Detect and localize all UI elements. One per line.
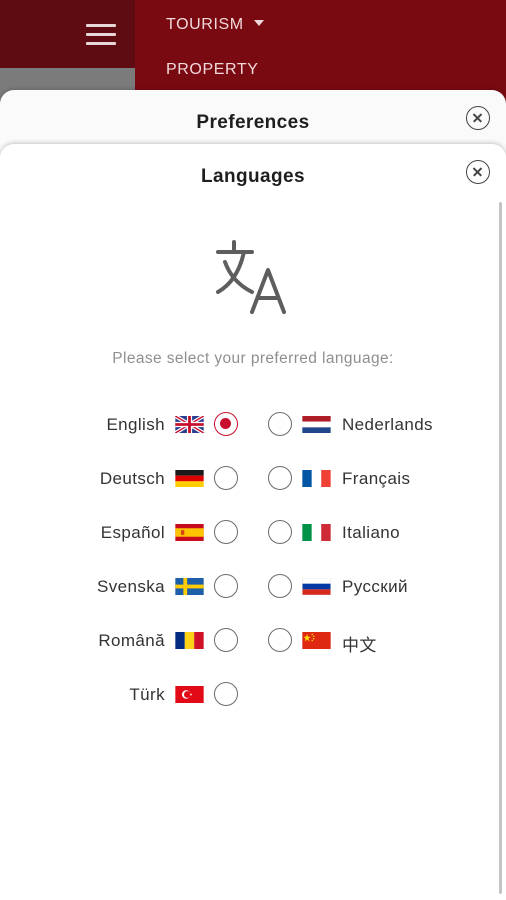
radio-italiano[interactable]: [268, 520, 292, 544]
radio-turk[interactable]: [214, 682, 238, 706]
language-label: Nederlands: [342, 415, 433, 434]
uk-flag-icon: [175, 416, 204, 433]
language-label: 中文: [342, 636, 377, 655]
radio-svenska[interactable]: [214, 574, 238, 598]
language-label: Español: [100, 523, 165, 542]
romania-flag-icon: [175, 632, 204, 649]
italy-flag-icon: [302, 524, 331, 541]
preferences-title: Preferences: [196, 112, 310, 133]
radio-espanol[interactable]: [214, 520, 238, 544]
language-label: Deutsch: [99, 469, 165, 488]
languages-title: Languages: [201, 166, 305, 187]
radio-russkiy[interactable]: [268, 574, 292, 598]
radio-francais[interactable]: [268, 466, 292, 490]
language-label: English: [106, 415, 165, 434]
germany-flag-icon: [175, 470, 204, 487]
preferences-close-icon[interactable]: [466, 106, 490, 130]
radio-chinese[interactable]: [268, 628, 292, 652]
language-label: Français: [342, 469, 411, 488]
language-option-italiano[interactable]: Italiano: [268, 516, 468, 550]
menu-block: [0, 0, 135, 68]
nav-item-property[interactable]: PROPERTY: [166, 61, 259, 79]
nav-item-tourism[interactable]: TOURISM: [166, 16, 264, 34]
language-prompt: Please select your preferred language:: [112, 350, 394, 367]
france-flag-icon: [302, 470, 331, 487]
language-label: Română: [98, 631, 165, 650]
scrollbar[interactable]: [499, 202, 502, 894]
china-flag-icon: [302, 632, 331, 649]
turkey-flag-icon: [175, 686, 204, 703]
language-option-deutsch[interactable]: Deutsch: [60, 462, 240, 496]
nav-item-property-label: PROPERTY: [166, 61, 259, 78]
language-label: Italiano: [342, 523, 401, 542]
language-label: Türk: [129, 685, 165, 704]
language-label: Русский: [342, 577, 408, 596]
language-option-espanol[interactable]: Español: [60, 516, 240, 550]
sweden-flag-icon: [175, 578, 204, 595]
caret-down-icon: [253, 19, 264, 26]
language-option-nederlands[interactable]: Nederlands: [268, 408, 468, 442]
hamburger-menu-icon[interactable]: [86, 24, 116, 46]
radio-english[interactable]: [214, 412, 238, 436]
language-option-francais[interactable]: Français: [268, 462, 468, 496]
language-label: Svenska: [96, 577, 165, 596]
language-option-romana[interactable]: Română: [60, 624, 240, 658]
russia-flag-icon: [302, 578, 331, 595]
languages-close-icon[interactable]: [466, 160, 490, 184]
language-option-svenska[interactable]: Svenska: [60, 570, 240, 604]
radio-romana[interactable]: [214, 628, 238, 652]
language-option-english[interactable]: English: [60, 408, 240, 442]
nav-item-tourism-label: TOURISM: [166, 16, 244, 33]
language-option-chinese[interactable]: 中文: [268, 624, 468, 658]
language-option-russkiy[interactable]: Русский: [268, 570, 468, 604]
translate-icon: [216, 240, 286, 314]
netherlands-flag-icon: [302, 416, 331, 433]
radio-deutsch[interactable]: [214, 466, 238, 490]
radio-nederlands[interactable]: [268, 412, 292, 436]
languages-sheet: Languages Please select your preferred l…: [0, 144, 506, 900]
language-option-turk[interactable]: Türk: [60, 678, 240, 712]
spain-flag-icon: [175, 524, 204, 541]
